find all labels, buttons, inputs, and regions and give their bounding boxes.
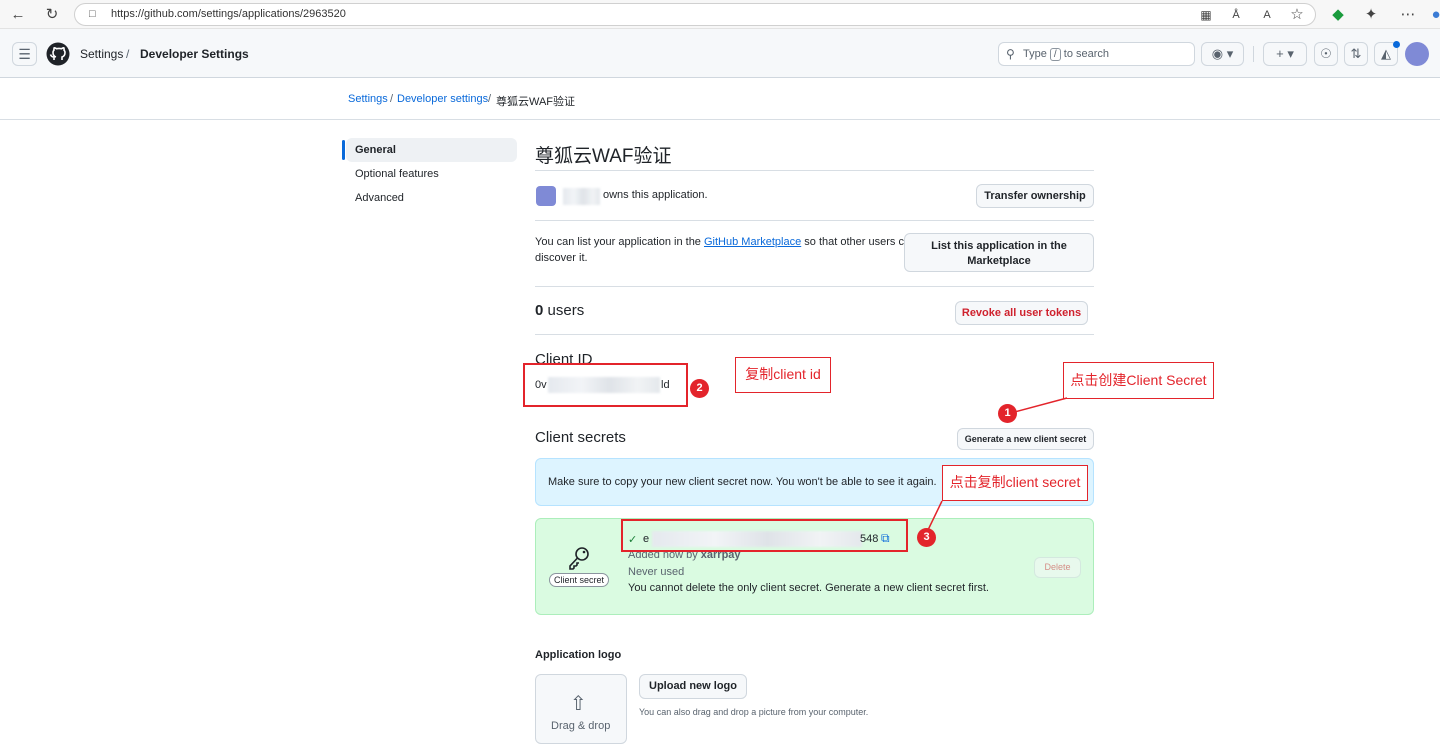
create-new-button[interactable]: + ▾ [1263,42,1307,66]
translate-icon[interactable]: Å [1226,5,1246,25]
issues-button[interactable]: ☉ [1314,42,1338,66]
annotation-number-1: 1 [998,404,1017,423]
copilot-icon: ◉ ▾ [1211,46,1234,61]
github-header: ☰ Settings / Developer Settings ⚲ Type /… [0,29,1440,78]
revoke-tokens-button[interactable]: Revoke all user tokens [955,301,1088,325]
annotation-number-3: 3 [917,528,936,547]
upload-hint: You can also drag and drop a picture fro… [639,707,869,717]
avatar[interactable] [1405,42,1429,66]
read-aloud-icon[interactable]: A [1257,5,1277,25]
header-divider [1253,46,1254,62]
users-count-value: 0 [535,302,544,319]
marketplace-text-2: so that other users can [804,236,917,248]
sidebar-item-optional-features[interactable]: Optional features [346,162,517,186]
copilot-button[interactable]: ◉ ▾ [1201,42,1244,66]
app-view-icon[interactable]: ▦ [1196,5,1216,25]
notification-dot [1393,41,1400,48]
divider [535,220,1094,221]
browser-toolbar: ← ↻ □ https://github.com/settings/applic… [0,0,1440,29]
annotation-client-id-box [523,363,688,407]
divider [535,286,1094,287]
pull-requests-button[interactable]: ⇅ [1344,42,1368,66]
flash-message: Make sure to copy your new client secret… [548,476,937,488]
upload-icon: ⇧ [570,693,587,715]
page-breadcrumb: Settings / Developer settings / 尊狐云WAF验证 [0,79,1440,120]
breadcrumb-separator: / [488,93,492,105]
annotation-number-2: 2 [690,379,709,398]
logo-heading: Application logo [535,649,622,661]
plus-icon: + ▾ [1276,46,1294,61]
back-icon[interactable]: ← [8,5,28,25]
upload-logo-button[interactable]: Upload new logo [639,674,747,699]
client-secrets-heading: Client secrets [535,429,626,446]
divider [535,170,1094,171]
divider [535,334,1094,335]
owner-text: owns this application. [603,189,708,201]
list-marketplace-button[interactable]: List this application in the Marketplace [904,233,1094,272]
more-menu-icon[interactable]: ⋯ [1398,5,1418,25]
breadcrumb-settings[interactable]: Settings [348,93,388,105]
marketplace-text-1: You can list your application in the [535,236,701,248]
users-count: 0 users [535,302,584,319]
extensions-icon[interactable]: ✦ [1361,5,1381,25]
breadcrumb-developer-settings[interactable]: Developer settings [397,93,488,105]
owner-name-redacted [563,188,600,205]
copilot-icon[interactable]: ● [1426,5,1440,25]
search-icon: ⚲ [1006,47,1015,61]
search-kbd: / [1049,48,1061,61]
sidebar-item-general[interactable]: General [342,138,517,162]
shield-extension-icon[interactable]: ◆ [1328,5,1348,25]
site-info-icon[interactable]: □ [89,8,96,20]
secret-warning: You cannot delete the only client secret… [628,582,989,594]
annotation-secret-box [621,519,908,552]
marketplace-text-3: discover it. [535,252,588,264]
inbox-icon: ◭ [1381,46,1391,61]
delete-secret-button[interactable]: Delete [1034,557,1081,578]
marketplace-text: You can list your application in the Git… [535,236,916,248]
header-crumb-developer[interactable]: Developer Settings [140,47,249,61]
client-secret-badge: Client secret [549,573,609,587]
annotation-create-secret: 点击创建Client Secret [1063,362,1214,399]
breadcrumb-separator: / [390,93,394,105]
search-prefix: Type [1023,48,1047,60]
page-title: 尊狐云WAF验证 [535,146,672,167]
key-icon [569,547,589,570]
annotation-copy-secret: 点击复制client secret [942,465,1088,501]
users-count-label: users [547,302,585,319]
header-crumb-separator: / [126,47,130,61]
github-logo-icon[interactable] [46,42,70,66]
transfer-ownership-button[interactable]: Transfer ownership [976,184,1094,208]
issues-icon: ☉ [1320,46,1332,61]
github-marketplace-link[interactable]: GitHub Marketplace [704,236,801,248]
header-crumb-settings[interactable]: Settings [80,47,123,61]
sidebar-item-advanced[interactable]: Advanced [346,186,517,210]
generate-secret-button[interactable]: Generate a new client secret [957,428,1094,450]
owner-avatar [536,186,556,206]
search-input[interactable]: ⚲ Type / to search [998,42,1195,66]
url-text: https://github.com/settings/applications… [111,8,346,20]
drag-drop-label: Drag & drop [551,720,611,732]
favorite-star-icon[interactable]: ☆ [1287,5,1307,25]
reload-icon[interactable]: ↻ [42,5,62,25]
menu-icon[interactable]: ☰ [12,42,37,66]
logo-dropzone[interactable]: ⇧ Drag & drop [535,674,627,744]
annotation-copy-client-id: 复制client id [735,357,831,393]
address-bar[interactable]: □ https://github.com/settings/applicatio… [74,3,1316,26]
breadcrumb-current: 尊狐云WAF验证 [496,96,576,108]
secret-never-used: Never used [628,566,685,578]
search-suffix: to search [1063,48,1110,60]
pull-request-icon: ⇅ [1350,46,1362,61]
